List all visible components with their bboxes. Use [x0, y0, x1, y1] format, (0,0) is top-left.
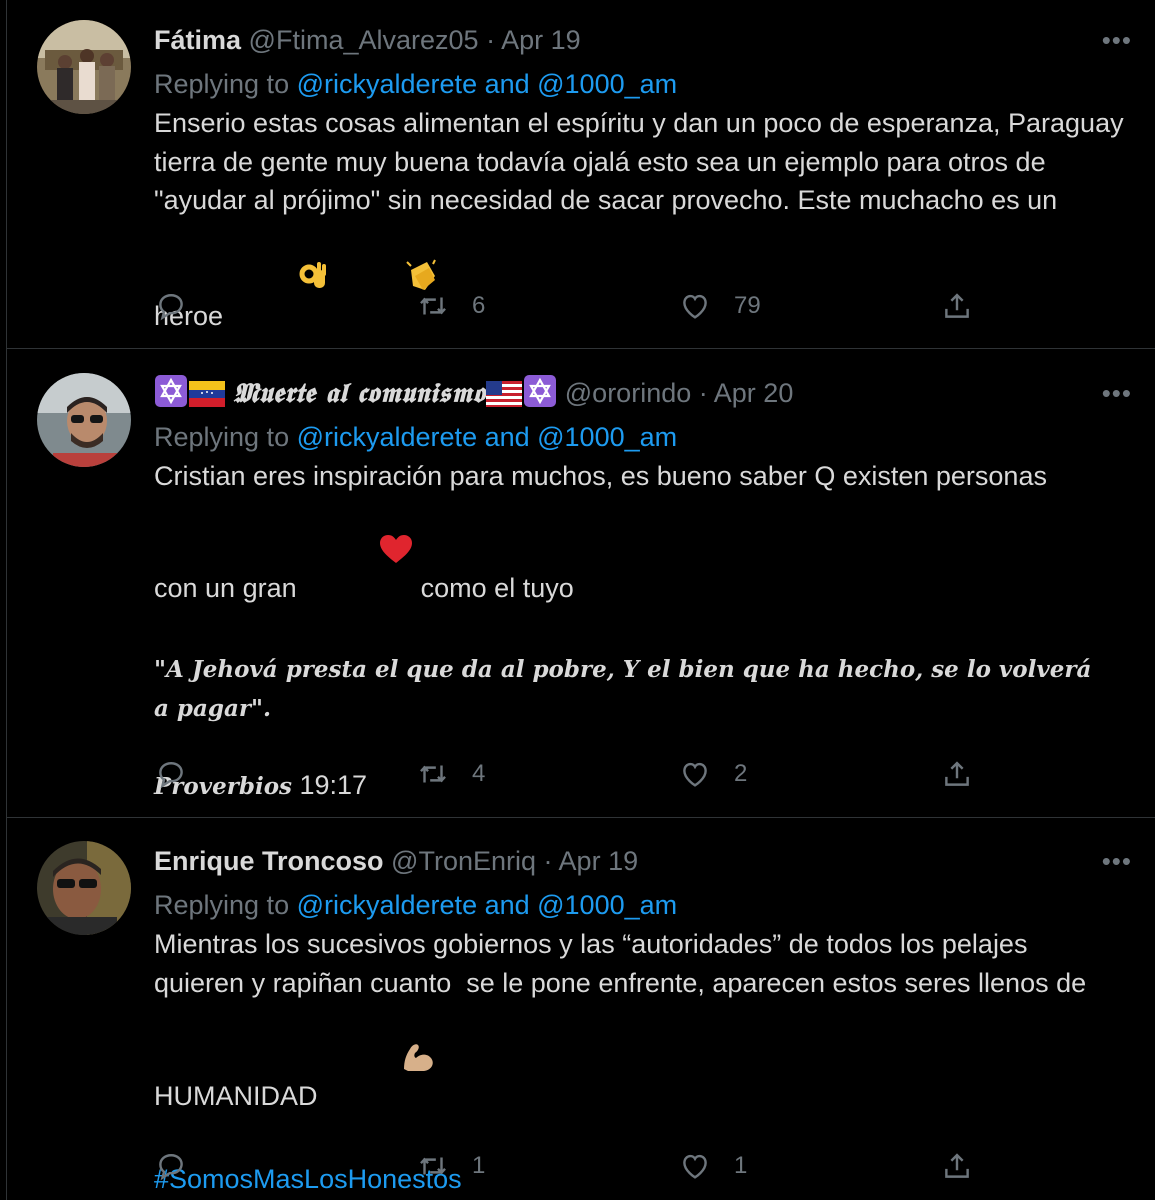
tweet[interactable]: 𝕸𝖚𝖊𝖗𝖙𝖊 𝖆𝖑 𝖈𝖔𝖒𝖚𝖓𝖎𝖘𝖒𝖔 @ororindo · Apr 20 •…	[7, 349, 1155, 818]
retweet-icon	[420, 297, 446, 315]
separator: ·	[486, 25, 496, 55]
share-icon	[945, 761, 969, 786]
reply-icon	[159, 1154, 183, 1181]
replying-to: Replying to @rickyalderete and @1000_am	[154, 417, 1132, 457]
share-icon	[945, 1153, 969, 1178]
avatar[interactable]	[37, 373, 131, 467]
tweet-text-content-2: como el tuyo	[420, 572, 574, 603]
star-of-david-emoji	[524, 375, 557, 418]
tweet-text-content: Cristian eres inspiración para muchos, e…	[154, 461, 1055, 603]
retweet-count: 1	[472, 1152, 486, 1179]
user-handle[interactable]: @ororindo	[565, 378, 691, 408]
share-icon	[945, 293, 969, 318]
tweet-header: Fátima @Ftima_Alvarez05 · Apr 19 •••	[154, 20, 1132, 60]
bible-verse: "𝑨 𝑱𝒆𝒉𝒐𝒗á 𝒑𝒓𝒆𝒔𝒕𝒂 𝒆𝒍 𝒒𝒖𝒆 𝒅𝒂 𝒂𝒍 𝒑𝒐𝒃𝒓𝒆, 𝒀 𝒆…	[154, 651, 1094, 728]
tweet[interactable]: Enrique Troncoso @TronEnriq · Apr 19 •••…	[7, 818, 1155, 1200]
red-heart-emoji	[304, 496, 413, 614]
more-options-icon[interactable]: •••	[1102, 20, 1132, 60]
tweet-date[interactable]: Apr 20	[714, 378, 794, 408]
like-count: 1	[734, 1152, 748, 1179]
retweet-count: 4	[472, 760, 486, 787]
replying-to: Replying to @rickyalderete and @1000_am	[154, 885, 1132, 925]
tweet-actions: 6 79	[154, 286, 984, 326]
share-button[interactable]	[940, 286, 974, 326]
tweet-text-content: Mientras los sucesivos gobiernos y las “…	[154, 929, 1094, 1111]
tweet-actions: 4 2	[154, 754, 984, 794]
tweet-actions: 1 1	[154, 1146, 984, 1186]
separator: ·	[543, 846, 553, 876]
retweet-button[interactable]: 4	[416, 754, 485, 794]
replying-to: Replying to @rickyalderete and @1000_am	[154, 64, 1132, 104]
like-button[interactable]: 2	[678, 754, 747, 794]
heart-icon	[683, 294, 707, 319]
user-handle[interactable]: @TronEnriq	[391, 846, 536, 876]
tweet-header: 𝕸𝖚𝖊𝖗𝖙𝖊 𝖆𝖑 𝖈𝖔𝖒𝖚𝖓𝖎𝖘𝖒𝖔 @ororindo · Apr 20 •…	[154, 373, 1132, 413]
replying-prefix: Replying to	[154, 422, 290, 452]
retweet-icon	[420, 765, 446, 783]
heart-icon	[683, 1154, 707, 1179]
separator: ·	[698, 378, 708, 408]
share-button[interactable]	[940, 1146, 974, 1186]
verse-text: "𝑨 𝑱𝒆𝒉𝒐𝒗á 𝒑𝒓𝒆𝒔𝒕𝒂 𝒆𝒍 𝒒𝒖𝒆 𝒅𝒂 𝒂𝒍 𝒑𝒐𝒃𝒓𝒆, 𝒀 𝒆…	[154, 656, 1100, 722]
share-button[interactable]	[940, 754, 974, 794]
reply-button[interactable]	[154, 286, 210, 326]
display-name[interactable]: 𝕸𝖚𝖊𝖗𝖙𝖊 𝖆𝖑 𝖈𝖔𝖒𝖚𝖓𝖎𝖘𝖒𝖔	[234, 378, 486, 409]
tweet-header: Enrique Troncoso @TronEnriq · Apr 19 •••	[154, 841, 1132, 881]
like-count: 2	[734, 760, 748, 787]
avatar[interactable]	[37, 20, 131, 114]
reply-button[interactable]	[154, 1146, 210, 1186]
reply-button[interactable]	[154, 754, 210, 794]
display-name[interactable]: Enrique Troncoso	[154, 846, 384, 876]
star-of-david-emoji	[155, 375, 187, 418]
replying-mentions[interactable]: @rickyalderete and @1000_am	[297, 890, 678, 920]
retweet-icon	[420, 1157, 446, 1175]
tweet-date[interactable]: Apr 19	[559, 846, 639, 876]
display-name[interactable]: Fátima	[154, 25, 241, 55]
heart-icon	[683, 762, 707, 787]
tweet-date[interactable]: Apr 19	[501, 25, 581, 55]
like-count: 79	[734, 292, 761, 319]
user-handle[interactable]: @Ftima_Alvarez05	[249, 25, 479, 55]
tweet-text: Mientras los sucesivos gobiernos y las “…	[154, 925, 1094, 1122]
tweet-text: Cristian eres inspiración para muchos, e…	[154, 457, 1054, 613]
timeline: Fátima @Ftima_Alvarez05 · Apr 19 ••• Rep…	[6, 0, 1155, 1200]
retweet-count: 6	[472, 292, 486, 319]
venezuela-flag-emoji	[189, 378, 225, 418]
retweet-button[interactable]: 1	[416, 1146, 485, 1186]
replying-prefix: Replying to	[154, 69, 290, 99]
tweet[interactable]: Fátima @Ftima_Alvarez05 · Apr 19 ••• Rep…	[7, 0, 1155, 349]
like-button[interactable]: 79	[678, 286, 761, 326]
flexed-biceps-emoji	[325, 1002, 436, 1122]
reply-icon	[159, 762, 183, 789]
like-button[interactable]: 1	[678, 1146, 747, 1186]
more-options-icon[interactable]: •••	[1102, 841, 1132, 881]
replying-prefix: Replying to	[154, 890, 290, 920]
replying-mentions[interactable]: @rickyalderete and @1000_am	[297, 69, 678, 99]
reply-icon	[159, 294, 183, 321]
more-options-icon[interactable]: •••	[1102, 373, 1132, 413]
replying-mentions[interactable]: @rickyalderete and @1000_am	[297, 422, 678, 452]
avatar[interactable]	[37, 841, 131, 935]
us-flag-emoji	[486, 378, 523, 418]
retweet-button[interactable]: 6	[416, 286, 485, 326]
